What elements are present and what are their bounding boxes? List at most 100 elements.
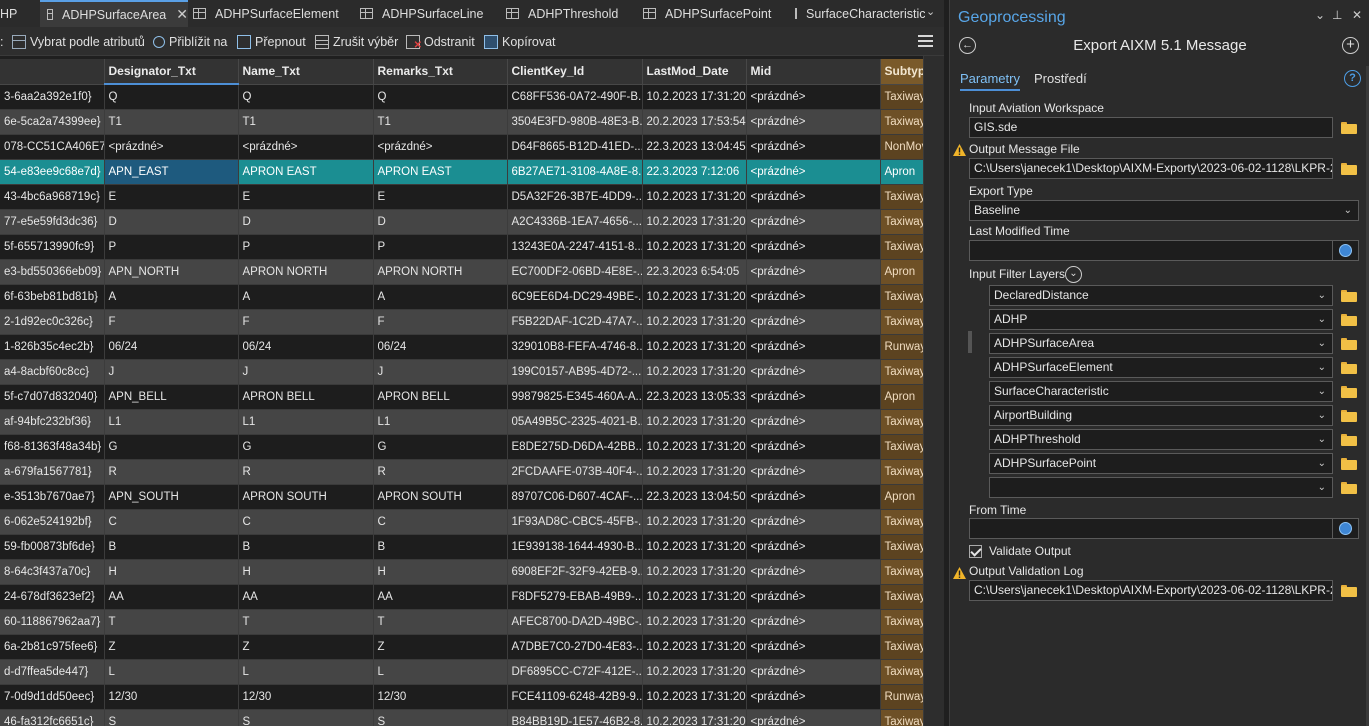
cell-lastmod[interactable]: 22.3.2023 6:54:05 [642,259,747,285]
cell-clientkey[interactable]: 2FCDAAFE-073B-40F4-... [507,459,643,485]
cell-name[interactable]: APRON NORTH [238,259,374,285]
cell-mid[interactable]: <prázdné> [746,359,881,385]
cell-lastmod[interactable]: 10.2.2023 17:31:20 [642,184,747,210]
cell-subtype[interactable]: Taxiway [880,209,923,235]
cell-mid[interactable]: <prázdné> [746,709,881,726]
cell-mid[interactable]: <prázdné> [746,159,881,185]
cell-remarks[interactable]: Q [373,84,508,110]
folder-icon[interactable] [1341,362,1357,374]
menu-icon[interactable] [918,35,933,47]
folder-icon[interactable] [1341,290,1357,302]
from-time-input[interactable] [969,518,1333,539]
table-row[interactable]: 1-826b35c4ec2b} 06/24 06/24 06/24 329010B8-F… [0,334,923,360]
cell-lastmod[interactable]: 22.3.2023 7:12:06 [642,159,747,185]
delete-button[interactable]: ✕ Odstranit [406,27,475,56]
collapse-chevron-icon[interactable]: ⌄ [1065,266,1082,283]
cell-subtype[interactable]: Apron [880,159,923,185]
folder-icon[interactable] [1341,434,1357,446]
cell-subtype[interactable]: NonMov [880,134,923,160]
cell-remarks[interactable]: C [373,509,508,535]
folder-icon[interactable] [1341,163,1357,175]
table-row[interactable]: e3-bd550366eb09} APN_NORTH APRON NORTH APRO… [0,259,923,285]
table-row[interactable]: 24-678df3623ef2} AA AA AA F8DF5279-EBAB-49B9… [0,584,923,610]
cell-designator[interactable]: Z [104,634,239,660]
cell-clientkey[interactable]: 05A49B5C-2325-4021-B... [507,409,643,435]
cell-remarks[interactable]: T [373,609,508,635]
cell-lastmod[interactable]: 22.3.2023 13:05:33 [642,384,747,410]
cell-mid[interactable]: <prázdné> [746,109,881,135]
cell-mid[interactable]: <prázdné> [746,134,881,160]
cell-lastmod[interactable]: 10.2.2023 17:31:20 [642,609,747,635]
cell-subtype[interactable]: Taxiway [880,509,923,535]
zoom-to-button[interactable]: Přiblížit na [153,27,227,56]
cell-remarks[interactable]: R [373,459,508,485]
cell-mid[interactable]: <prázdné> [746,459,881,485]
cell-lastmod[interactable]: 10.2.2023 17:31:20 [642,434,747,460]
filter-layer-select[interactable]: ADHPSurfaceElement ⌄ [989,357,1333,378]
cell-globalid[interactable]: d-d7ffea5de447} [0,659,105,685]
cell-designator[interactable]: 12/30 [104,684,239,710]
cell-subtype[interactable]: Taxiway [880,284,923,310]
cell-name[interactable]: T1 [238,109,374,135]
cell-globalid[interactable]: a4-8acbf60c8cc} [0,359,105,385]
cell-remarks[interactable]: E [373,184,508,210]
table-row[interactable]: 3-6aa2a392e1f0} Q Q Q C68FF536-0A72-490F-B..… [0,84,923,110]
cell-designator[interactable]: APN_BELL [104,384,239,410]
table-row[interactable]: 5f-655713990fc9} P P P 13243E0A-2247-4151-8.… [0,234,923,260]
cell-mid[interactable]: <prázdné> [746,259,881,285]
cell-globalid[interactable]: 46-fa312fc6651c} [0,709,105,726]
workspace-input[interactable]: GIS.sde [969,117,1333,138]
cell-subtype[interactable]: Taxiway [880,659,923,685]
cell-lastmod[interactable]: 22.3.2023 13:04:45 [642,134,747,160]
tab-adhpsurfacepoint[interactable]: ADHPSurfacePoint [643,0,783,27]
cell-globalid[interactable]: 6e-5ca2a74399ee} [0,109,105,135]
table-row[interactable]: 078-CC51CA406E71}<prázdné><prázdné><práz… [0,134,923,160]
cell-lastmod[interactable]: 20.2.2023 17:53:54 [642,109,747,135]
message-file-input[interactable]: C:\Users\janecek1\Desktop\AIXM-Exporty\2… [969,158,1333,179]
last-modified-input[interactable] [969,240,1333,261]
drag-handle[interactable] [968,331,972,353]
cell-name[interactable]: C [238,509,374,535]
cell-mid[interactable]: <prázdné> [746,634,881,660]
cell-designator[interactable]: A [104,284,239,310]
cell-globalid[interactable]: 7-0d9d1dd50eec} [0,684,105,710]
cell-lastmod[interactable]: 10.2.2023 17:31:20 [642,459,747,485]
cell-globalid[interactable]: e-3513b7670ae7} [0,484,105,510]
cell-mid[interactable]: <prázdné> [746,309,881,335]
cell-designator[interactable]: <prázdné> [104,134,239,160]
cell-subtype[interactable]: Runway [880,684,923,710]
cell-remarks[interactable]: APRON BELL [373,384,508,410]
cell-name[interactable]: APRON EAST [238,159,374,185]
tab-parameters[interactable]: Parametry [960,71,1020,91]
cell-subtype[interactable]: Taxiway [880,109,923,135]
cell-globalid[interactable]: 8-64c3f437a70c} [0,559,105,585]
cell-clientkey[interactable]: FCE41109-6248-42B9-9... [507,684,643,710]
cell-lastmod[interactable]: 10.2.2023 17:31:20 [642,209,747,235]
tab-adhpsurfacearea[interactable]: ADHPSurfaceArea ✕ [40,0,188,27]
cell-designator[interactable]: G [104,434,239,460]
tab-environments[interactable]: Prostředí [1034,71,1087,86]
cell-clientkey[interactable]: 6908EF2F-32F9-42EB-9... [507,559,643,585]
cell-designator[interactable]: T [104,609,239,635]
cell-lastmod[interactable]: 10.2.2023 17:31:20 [642,709,747,726]
cell-lastmod[interactable]: 10.2.2023 17:31:20 [642,634,747,660]
cell-name[interactable]: T [238,609,374,635]
cell-globalid[interactable]: 60-118867962aa7} [0,609,105,635]
column-header-globalid[interactable] [0,59,105,85]
cell-mid[interactable]: <prázdné> [746,84,881,110]
cell-mid[interactable]: <prázdné> [746,684,881,710]
column-header-mid[interactable]: Mid [746,59,881,85]
cell-mid[interactable]: <prázdné> [746,284,881,310]
cell-remarks[interactable]: D [373,209,508,235]
cell-subtype[interactable]: Apron [880,384,923,410]
cell-mid[interactable]: <prázdné> [746,534,881,560]
table-row[interactable]: 46-fa312fc6651c} S S S B84BB19D-1E57-46B2-8.… [0,709,923,726]
folder-icon[interactable] [1341,386,1357,398]
cell-designator[interactable]: R [104,459,239,485]
cell-globalid[interactable]: 5f-655713990fc9} [0,234,105,260]
filter-layer-select[interactable]: ADHP ⌄ [989,309,1333,330]
cell-designator[interactable]: J [104,359,239,385]
column-header-remarks[interactable]: Remarks_Txt [373,59,508,85]
cell-subtype[interactable]: Taxiway [880,309,923,335]
cell-subtype[interactable]: Taxiway [880,559,923,585]
